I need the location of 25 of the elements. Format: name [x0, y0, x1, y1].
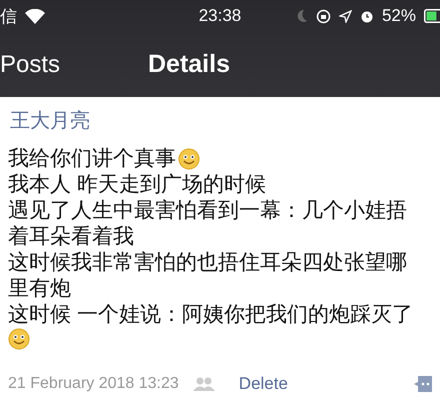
- post-time: 21 February 2018 13:23: [8, 375, 179, 393]
- moon-icon: [296, 9, 308, 23]
- smiley-icon: [178, 148, 200, 170]
- delete-link[interactable]: Delete: [238, 374, 288, 394]
- carrier-name: 信: [0, 6, 17, 28]
- comment-icon[interactable]: [414, 376, 432, 392]
- smiley-icon: [8, 328, 30, 350]
- post-text-line: 这时候我非常害怕的也捂住耳朵四处张望哪: [8, 250, 407, 276]
- author-name[interactable]: 王大月亮: [10, 107, 432, 134]
- people-icon: [192, 377, 215, 391]
- page-title: Details: [148, 50, 230, 79]
- alarm-icon: [360, 9, 374, 23]
- wifi-icon: [25, 8, 45, 24]
- post-text-line: 里有炮: [8, 276, 71, 302]
- post-text-line: 我本人 昨天走到广场的时候: [8, 172, 266, 198]
- back-button[interactable]: Posts: [0, 50, 60, 78]
- post-text-line: 我给你们讲个真事: [8, 146, 176, 172]
- location-arrow-icon: [338, 10, 352, 22]
- battery-icon: [424, 9, 440, 23]
- lock-rotation-icon: [316, 8, 331, 24]
- post-text-line: 遇见了人生中最害怕看到一幕：几个小娃捂: [8, 198, 407, 224]
- battery-percent: 52%: [382, 6, 416, 26]
- post-text-line: 着耳朵看着我: [8, 224, 134, 250]
- post-text-line: 这时候 一个娃说：阿姨你把我们的炮踩灭了: [8, 302, 413, 328]
- clock-time: 23:38: [198, 6, 242, 26]
